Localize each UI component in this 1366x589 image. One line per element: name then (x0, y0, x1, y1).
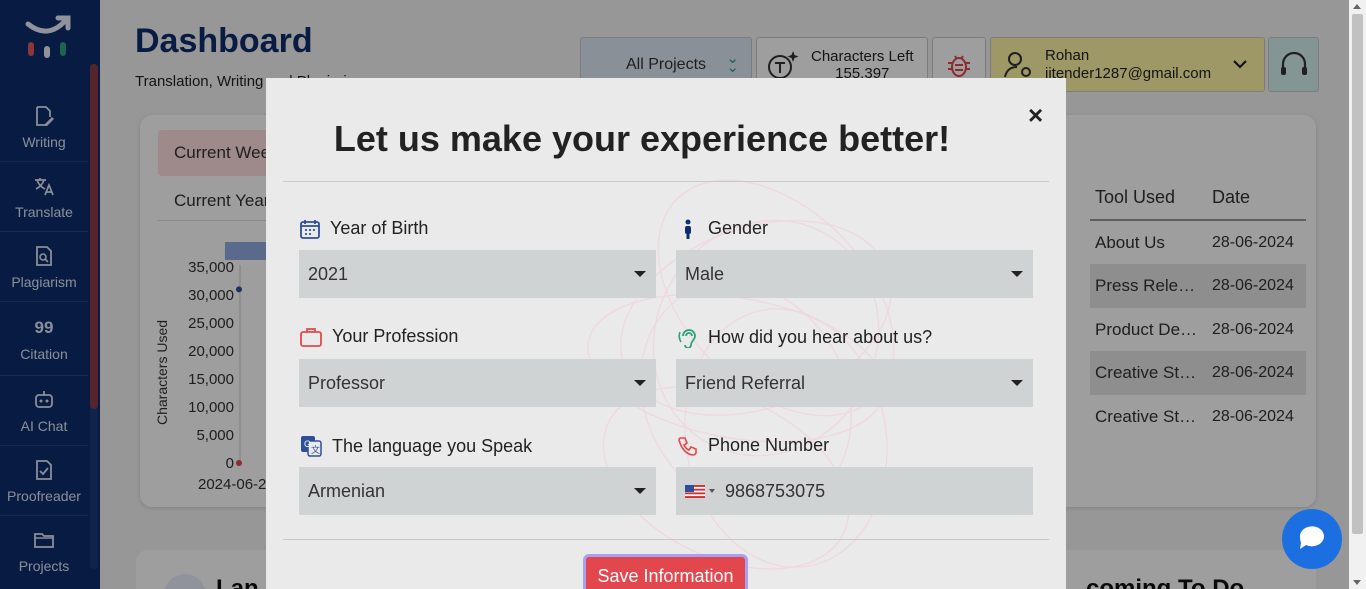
close-button[interactable]: × (1028, 100, 1043, 131)
select-value: Professor (308, 372, 386, 393)
us-flag-icon[interactable] (685, 484, 705, 498)
scroll-down-icon[interactable] (1353, 580, 1361, 585)
label-text: The language you Speak (332, 435, 533, 456)
modal-title: Let us make your experience better! (333, 118, 951, 159)
label-text: Year of Birth (330, 218, 429, 238)
onboarding-modal: × Let us make your experience better! Ye… (266, 78, 1066, 589)
year-of-birth-label: Year of Birth (300, 218, 428, 239)
select-value: Armenian (308, 480, 386, 501)
phone-icon (678, 436, 697, 456)
heard-about-label: How did you hear about us? (678, 326, 932, 348)
language-icon: G文 (301, 436, 322, 457)
year-of-birth-select[interactable]: 2021 (299, 250, 656, 298)
profession-label: Your Profession (300, 326, 458, 347)
caret-down-icon (634, 488, 646, 494)
save-information-button[interactable]: Save Information (583, 554, 748, 589)
label-text: Phone Number (708, 435, 830, 455)
gender-select[interactable]: Male (676, 250, 1033, 298)
caret-down-icon (1011, 271, 1023, 277)
select-value: 2021 (308, 263, 349, 284)
ear-icon (678, 329, 696, 348)
language-label: G文 The language you Speak (300, 435, 532, 457)
phone-input[interactable]: 9868753075 (676, 467, 1033, 515)
divider (283, 181, 1049, 182)
select-value: Male (685, 263, 725, 284)
caret-down-icon (634, 271, 646, 277)
caret-down-icon (1011, 380, 1023, 386)
label-text: Gender (708, 218, 769, 238)
chat-bubble-icon (1299, 526, 1324, 549)
heard-about-select[interactable]: Friend Referral (676, 359, 1033, 407)
phone-label: Phone Number (678, 435, 829, 456)
scroll-up-icon[interactable] (1353, 4, 1361, 9)
profession-select[interactable]: Professor (299, 359, 656, 407)
label-text: How did you hear about us? (708, 326, 933, 347)
country-caret-icon[interactable] (709, 489, 715, 493)
briefcase-icon (300, 327, 322, 347)
language-select[interactable]: Armenian (299, 467, 656, 515)
select-value: Friend Referral (685, 372, 806, 393)
page-scrollbar[interactable] (1349, 0, 1366, 589)
divider (283, 539, 1049, 540)
gender-label: Gender (678, 218, 768, 239)
svg-text:G: G (304, 439, 311, 449)
label-text: Your Profession (332, 326, 459, 346)
svg-text:文: 文 (311, 444, 320, 455)
calendar-icon (300, 219, 320, 239)
caret-down-icon (634, 380, 646, 386)
person-icon (685, 219, 691, 239)
page-scrollbar-thumb[interactable] (1352, 14, 1363, 534)
chat-launcher[interactable] (1282, 509, 1342, 569)
phone-value: 9868753075 (725, 480, 826, 501)
